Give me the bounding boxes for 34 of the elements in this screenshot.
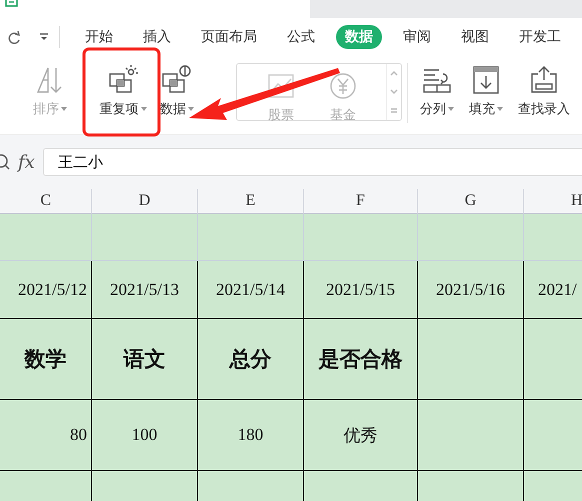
table-cell: 是否合格: [304, 319, 418, 400]
table-cell: 2021/5/14: [198, 261, 304, 319]
menu-tab[interactable]: 视图: [452, 24, 498, 48]
zoom-icon: [0, 154, 10, 170]
expand-icon: [390, 108, 398, 114]
ribbon-button[interactable]: 重复项: [88, 55, 158, 119]
table-cell: 2021/: [524, 261, 582, 319]
ribbon-button[interactable]: 查找录入: [511, 55, 577, 119]
table-cell: 2021/5/13: [92, 261, 198, 319]
scroll-down-icon: [390, 88, 398, 95]
ribbon-button[interactable]: 分列: [413, 55, 461, 119]
scroll-up-icon: [390, 70, 398, 76]
menu-tab[interactable]: 插入: [134, 24, 180, 48]
table-cell: 优秀: [304, 400, 418, 471]
table-cell: 2021/5/15: [304, 261, 418, 319]
table-cell: 数学: [0, 319, 92, 400]
spreadsheet-icon: [5, 0, 18, 8]
function-button[interactable]: fx: [18, 152, 35, 172]
customize-caret-icon: [39, 32, 49, 40]
menu-tab[interactable]: 审阅: [394, 24, 440, 48]
table-cell: 2021/5/16: [418, 261, 524, 319]
table-cell: 100: [92, 400, 198, 471]
table-cell: 80: [0, 400, 92, 471]
ribbon-button[interactable]: 填充: [461, 55, 511, 119]
table-cell: 总分: [198, 319, 304, 400]
redo-icon: [6, 30, 21, 44]
table-cell: 2021/5/12: [0, 261, 92, 319]
menu-tab[interactable]: 开发工: [510, 24, 570, 48]
table-cell: 语文: [92, 319, 198, 400]
menu-tab[interactable]: 开始: [76, 24, 122, 48]
table-cell: 180: [198, 400, 304, 471]
menu-tab[interactable]: 页面布局: [192, 24, 266, 48]
menu-tab[interactable]: 公式: [278, 24, 324, 48]
formula-input[interactable]: 王二小: [42, 148, 582, 176]
